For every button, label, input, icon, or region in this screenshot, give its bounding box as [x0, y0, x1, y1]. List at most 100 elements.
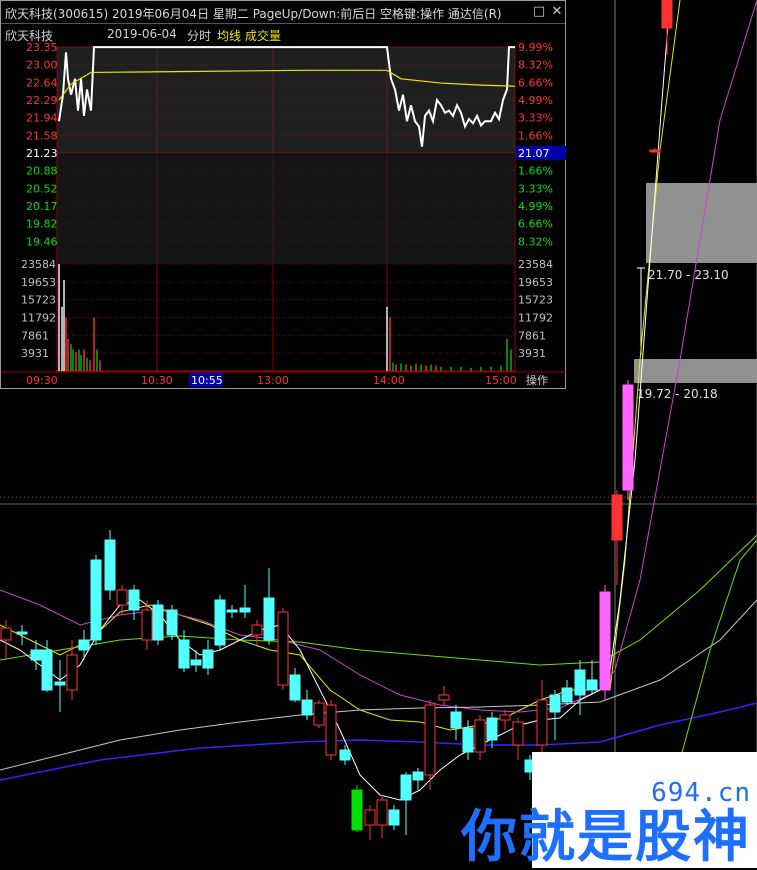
candle-body [239, 607, 251, 613]
candle-body [424, 704, 436, 776]
candle-body [301, 699, 313, 716]
candle-body [649, 149, 661, 153]
time-axis-label: 15:00 [485, 374, 517, 387]
candle-body [364, 809, 376, 826]
volume-axis-label: 15723 [518, 294, 553, 307]
candle-body [263, 597, 275, 641]
price-area-shade [57, 47, 515, 153]
price-axis-label: 21.94 [26, 112, 58, 125]
volume-axis-label: 23584 [21, 258, 56, 271]
candle-body [54, 681, 66, 686]
candle-body [474, 719, 486, 753]
candle-body [586, 679, 598, 691]
candle-body [661, 0, 673, 29]
volume-axis-label: 19653 [21, 276, 56, 289]
price-range-box-2 [634, 359, 757, 383]
candle-body [141, 609, 153, 641]
price-axis-label: 22.29 [26, 94, 58, 107]
watermark-domain: 694.cn [651, 778, 751, 808]
time-axis-label: 09:30 [26, 374, 58, 387]
candle-body [549, 694, 561, 713]
candle-body [277, 611, 289, 686]
candle-body [611, 494, 623, 541]
candle-body [251, 624, 263, 636]
candle-body [599, 591, 611, 691]
candle-body [41, 649, 53, 691]
candle-body [30, 649, 42, 661]
ma-white-line [0, 599, 757, 771]
candle-body [512, 721, 524, 746]
volume-axis-label: 11792 [518, 312, 553, 325]
pct-axis-label: 6.66% [518, 76, 553, 89]
price-axis-label: 23.00 [26, 59, 58, 72]
time-axis-label: 13:00 [257, 374, 289, 387]
volume-axis-label: 7861 [518, 329, 546, 342]
price-axis-label: 20.17 [26, 200, 58, 213]
candle-body [0, 627, 12, 641]
candle-body [325, 704, 337, 756]
price-axis-label: 20.88 [26, 165, 58, 178]
candle-body [202, 649, 214, 669]
candle-body [152, 604, 164, 641]
candle-body [66, 654, 78, 691]
candle-body [339, 749, 351, 761]
time-axis-label: 10:55 [191, 374, 223, 387]
candle-body [289, 674, 301, 701]
candle-body [412, 771, 424, 781]
pct-axis-label: 6.66% [518, 218, 553, 231]
volume-axis-label: 19653 [518, 276, 553, 289]
candle-body [499, 714, 511, 721]
site-watermark: 694.cn 你就是股神 [461, 778, 751, 868]
candle-body [561, 687, 573, 703]
price-axis-label: 21.58 [26, 129, 58, 142]
current-price-label: 21.07 [518, 147, 550, 160]
price-axis-label: 22.64 [26, 76, 58, 89]
candle-body [400, 774, 412, 801]
candle-body [622, 384, 634, 491]
price-axis-label: 19.46 [26, 235, 58, 248]
price-axis-label: 23.35 [26, 41, 58, 54]
intraday-chart[interactable]: 23.35 23.00 22.64 22.29 21.94 21.58 21.23 20.88… [1, 1, 567, 390]
candle-body [313, 702, 325, 726]
watermark-text: 你就是股神 [461, 805, 751, 870]
pct-axis-label: 8.32% [518, 235, 553, 248]
pct-axis-label: 1.66% [518, 129, 553, 142]
candle-body [450, 711, 462, 729]
time-axis-label: 10:30 [141, 374, 173, 387]
pct-axis-label: 3.33% [518, 112, 553, 125]
price-range-label-1: 21.70 - 23.10 [648, 268, 729, 282]
time-axis-label: 14:00 [373, 374, 405, 387]
volume-axis-label: 3931 [21, 347, 49, 360]
pct-axis-label: 8.32% [518, 59, 553, 72]
pct-axis-label: 4.99% [518, 200, 553, 213]
pct-axis-label: 9.99% [518, 41, 553, 54]
candle-body [536, 699, 548, 746]
candle-body [462, 727, 474, 753]
candle-body [226, 609, 238, 613]
pct-axis-label: 3.33% [518, 182, 553, 195]
candle-body [486, 717, 498, 741]
volume-axis-label: 7861 [21, 329, 49, 342]
candle-body [116, 589, 128, 606]
pct-axis-label: 1.66% [518, 165, 553, 178]
volume-axis-label: 3931 [518, 347, 546, 360]
candle-body [78, 639, 90, 651]
price-range-box-1 [646, 183, 757, 263]
price-area-shade-lower [57, 153, 515, 264]
candle-body [178, 639, 190, 669]
volume-axis-label: 15723 [21, 294, 56, 307]
prev-close-label: 21.23 [26, 147, 58, 160]
candle-body [438, 694, 450, 701]
intraday-popup-window[interactable]: 欣天科技(300615) 2019年06月04日 星期二 PageUp/Down… [0, 0, 567, 390]
price-axis-label: 19.82 [26, 218, 58, 231]
pct-axis-label: 4.99% [518, 94, 553, 107]
candle-body [214, 599, 226, 646]
operate-label: 操作 [526, 373, 548, 387]
candle-body [376, 799, 388, 826]
candle-body [90, 559, 102, 641]
volume-axis-label: 11792 [21, 312, 56, 325]
candle-body [388, 809, 400, 826]
candle-body [128, 589, 140, 611]
candle-body [104, 539, 116, 591]
candle-body [574, 669, 586, 696]
